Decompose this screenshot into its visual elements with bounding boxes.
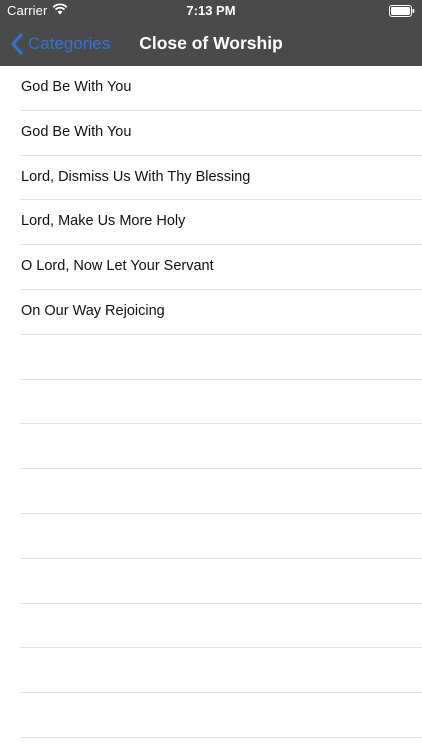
empty-row [0,380,422,425]
list-item-label: Lord, Make Us More Holy [21,213,186,230]
list-item[interactable]: O Lord, Now Let Your Servant [0,245,422,290]
list-item-label: On Our Way Rejoicing [21,302,165,319]
empty-row [0,559,422,604]
list-item-label: God Be With You [21,123,132,140]
page-title: Close of Worship [139,33,283,53]
empty-row [0,604,422,649]
header: Carrier 7:13 PM Categories Close of Wors… [0,0,422,66]
list-item-label: God Be With You [21,79,132,95]
empty-row [0,335,422,380]
screen: Carrier 7:13 PM Categories Close of Wors… [0,0,422,750]
list-item[interactable]: On Our Way Rejoicing [0,290,422,335]
empty-row [0,469,422,514]
battery-icon [389,5,415,17]
list-item[interactable]: God Be With You [0,111,422,156]
list-item[interactable]: Lord, Make Us More Holy [0,200,422,245]
list-item-label: O Lord, Now Let Your Servant [21,258,214,275]
empty-row [0,693,422,738]
hymn-list: God Be With You God Be With You Lord, Di… [0,66,422,750]
nav-bar: Categories Close of Worship [0,22,422,66]
status-bar: Carrier 7:13 PM [0,0,422,22]
empty-row [0,424,422,469]
status-time: 7:13 PM [186,3,236,18]
list-item[interactable]: God Be With You [0,66,422,111]
list-item-label: Lord, Dismiss Us With Thy Blessing [21,168,251,185]
empty-row [0,648,422,693]
list-item[interactable]: Lord, Dismiss Us With Thy Blessing [0,156,422,201]
empty-row [0,514,422,559]
